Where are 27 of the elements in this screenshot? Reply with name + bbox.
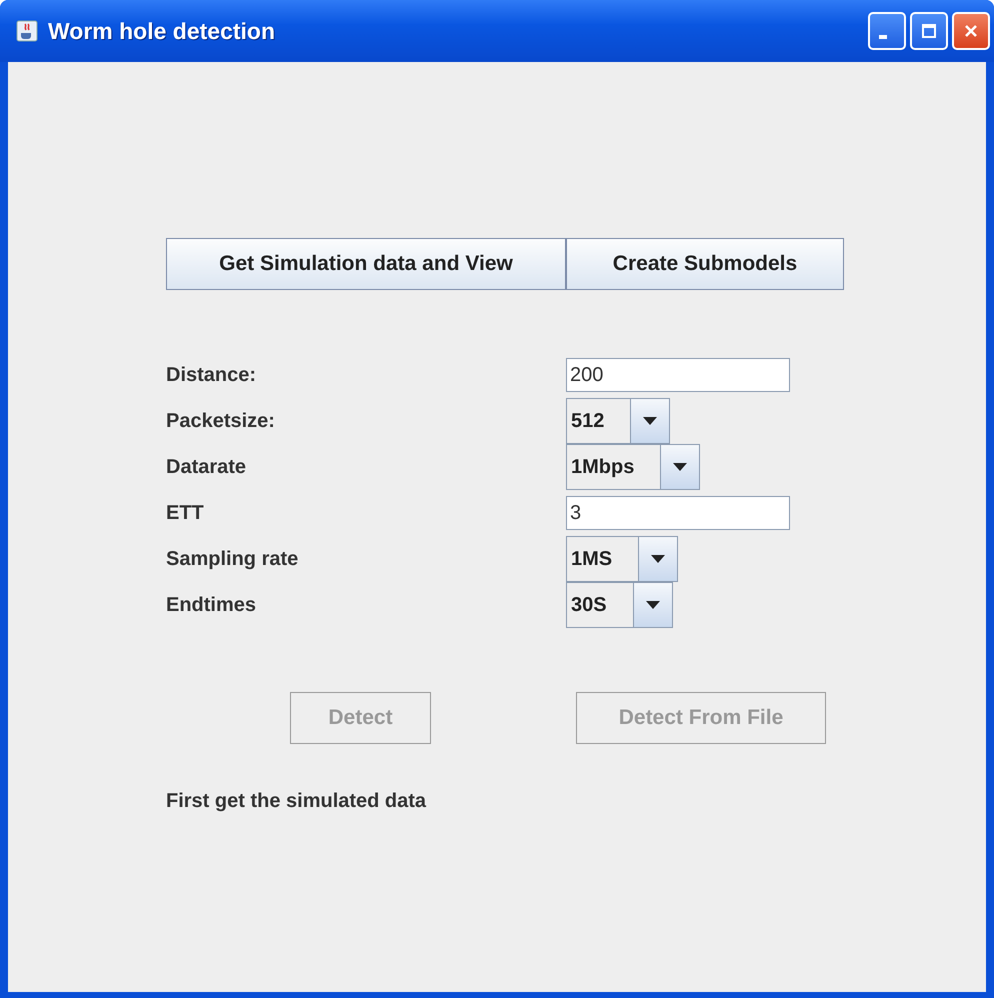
field-label: Packetsize: <box>166 410 276 432</box>
text-field[interactable]: 3 <box>566 496 790 530</box>
minimize-button[interactable] <box>868 12 906 50</box>
coffee-cup-icon <box>16 20 38 42</box>
maximize-button[interactable] <box>910 12 948 50</box>
status-message: First get the simulated data <box>166 790 428 813</box>
field-label: Datarate <box>166 456 248 478</box>
caret-icon <box>646 601 660 609</box>
close-button[interactable] <box>952 12 990 50</box>
window-title: Worm hole detection <box>48 18 276 44</box>
field-label: ETT <box>166 502 205 524</box>
field-label: Distance: <box>166 364 258 386</box>
caret-icon <box>643 417 658 425</box>
maximize-icon <box>921 23 937 39</box>
caret-icon <box>651 555 666 563</box>
dropdown[interactable]: 30S <box>566 582 673 628</box>
field-label: Endtimes <box>166 594 258 616</box>
action-button[interactable]: Create Submodels <box>566 238 844 290</box>
text-field[interactable]: 200 <box>566 358 790 392</box>
action-button[interactable]: Get Simulation data and View <box>166 238 566 290</box>
caret-icon <box>673 463 688 471</box>
minimize-icon <box>879 35 887 39</box>
dropdown[interactable]: 512 <box>566 398 670 444</box>
dropdown[interactable]: 1MS <box>566 536 678 582</box>
field-label: Sampling rate <box>166 548 300 570</box>
dropdown[interactable]: 1Mbps <box>566 444 700 490</box>
close-icon <box>963 23 979 39</box>
